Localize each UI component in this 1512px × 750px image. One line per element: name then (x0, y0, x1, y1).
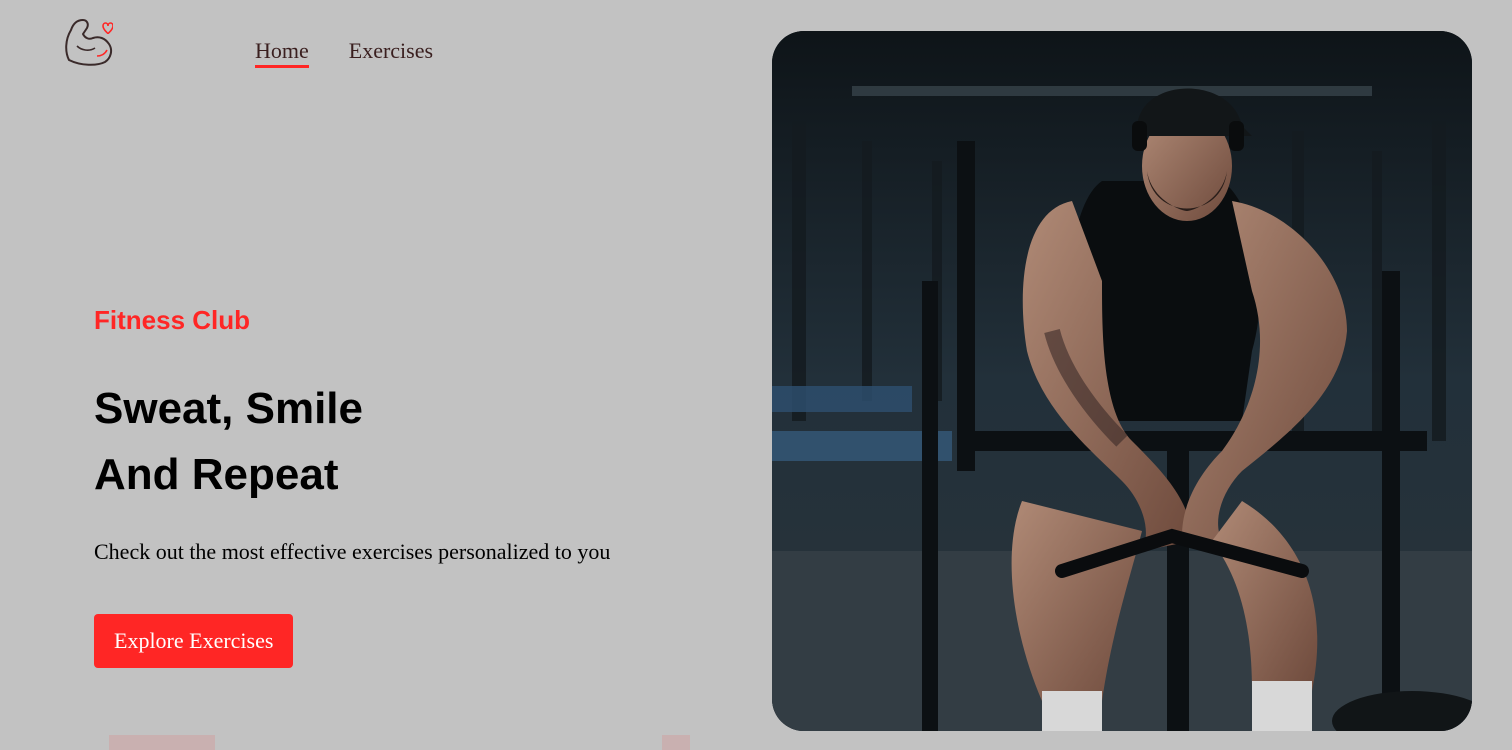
hero-headline-line-2: And Repeat (94, 450, 339, 499)
hero-eyebrow: Fitness Club (94, 305, 251, 335)
exercise-card-top-edge (109, 735, 215, 750)
hero-subtitle: Check out the most effective exercises p… (94, 539, 611, 564)
hero-headline-line-1: Sweat, Smile (94, 384, 364, 433)
explore-exercises-button[interactable]: Explore Exercises (94, 614, 294, 668)
main-nav: Home Exercises (255, 38, 433, 68)
nav-home-link[interactable]: Home (255, 38, 309, 68)
flexed-bicep-heart-icon (65, 19, 114, 66)
hero-banner: Fitness Club Sweat, Smile And Repeat Che… (94, 304, 734, 668)
exercise-card-top-edge (662, 735, 690, 750)
nav-exercises-link[interactable]: Exercises (349, 38, 433, 64)
logo[interactable] (63, 16, 114, 68)
gym-photo-illustration (772, 31, 1472, 731)
banner-image (772, 31, 1472, 731)
hero-headline: Sweat, Smile And Repeat (94, 376, 734, 508)
